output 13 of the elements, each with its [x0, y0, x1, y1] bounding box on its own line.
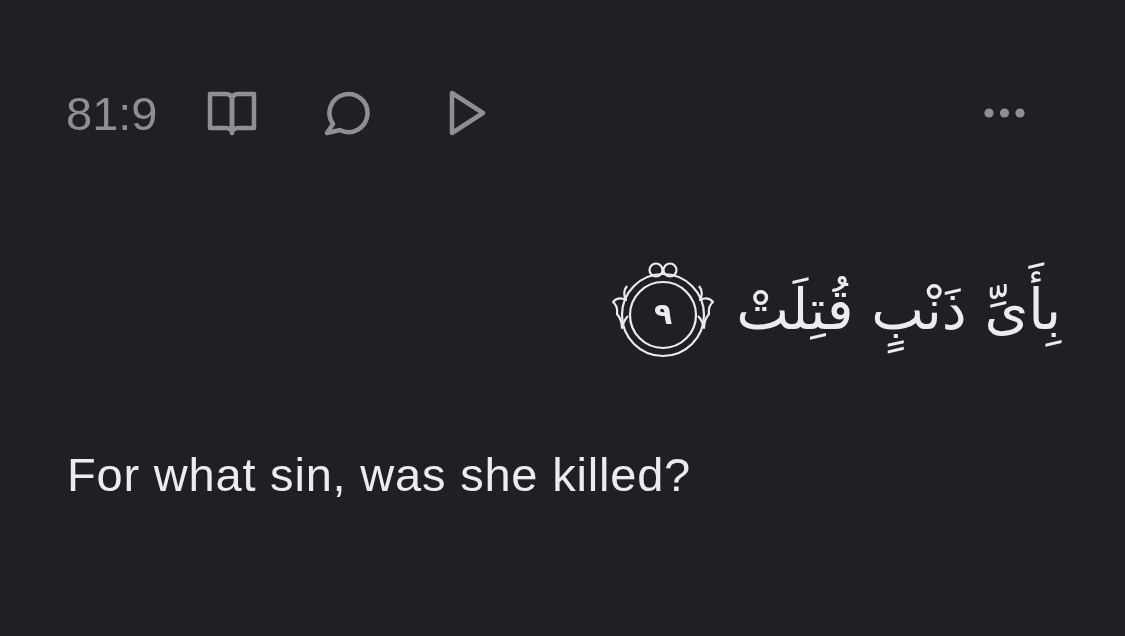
play-button[interactable]	[449, 90, 487, 136]
open-book-icon	[207, 90, 258, 136]
verse-end-ornament-icon	[612, 262, 715, 358]
comment-button[interactable]	[324, 90, 371, 136]
arabic-verse: بِأَىِّ ذَنْبٍ قُتِلَتْ	[736, 262, 1061, 358]
verse-number: ٩	[654, 299, 673, 329]
play-icon	[449, 90, 487, 136]
verse-reference: 81:9	[66, 89, 158, 137]
verse-translation: For what sin, was she killed?	[67, 450, 691, 500]
speech-bubble-icon	[324, 90, 371, 136]
more-button[interactable]	[984, 108, 1025, 118]
more-options-icon	[984, 108, 1025, 118]
read-book-button[interactable]	[207, 90, 258, 136]
